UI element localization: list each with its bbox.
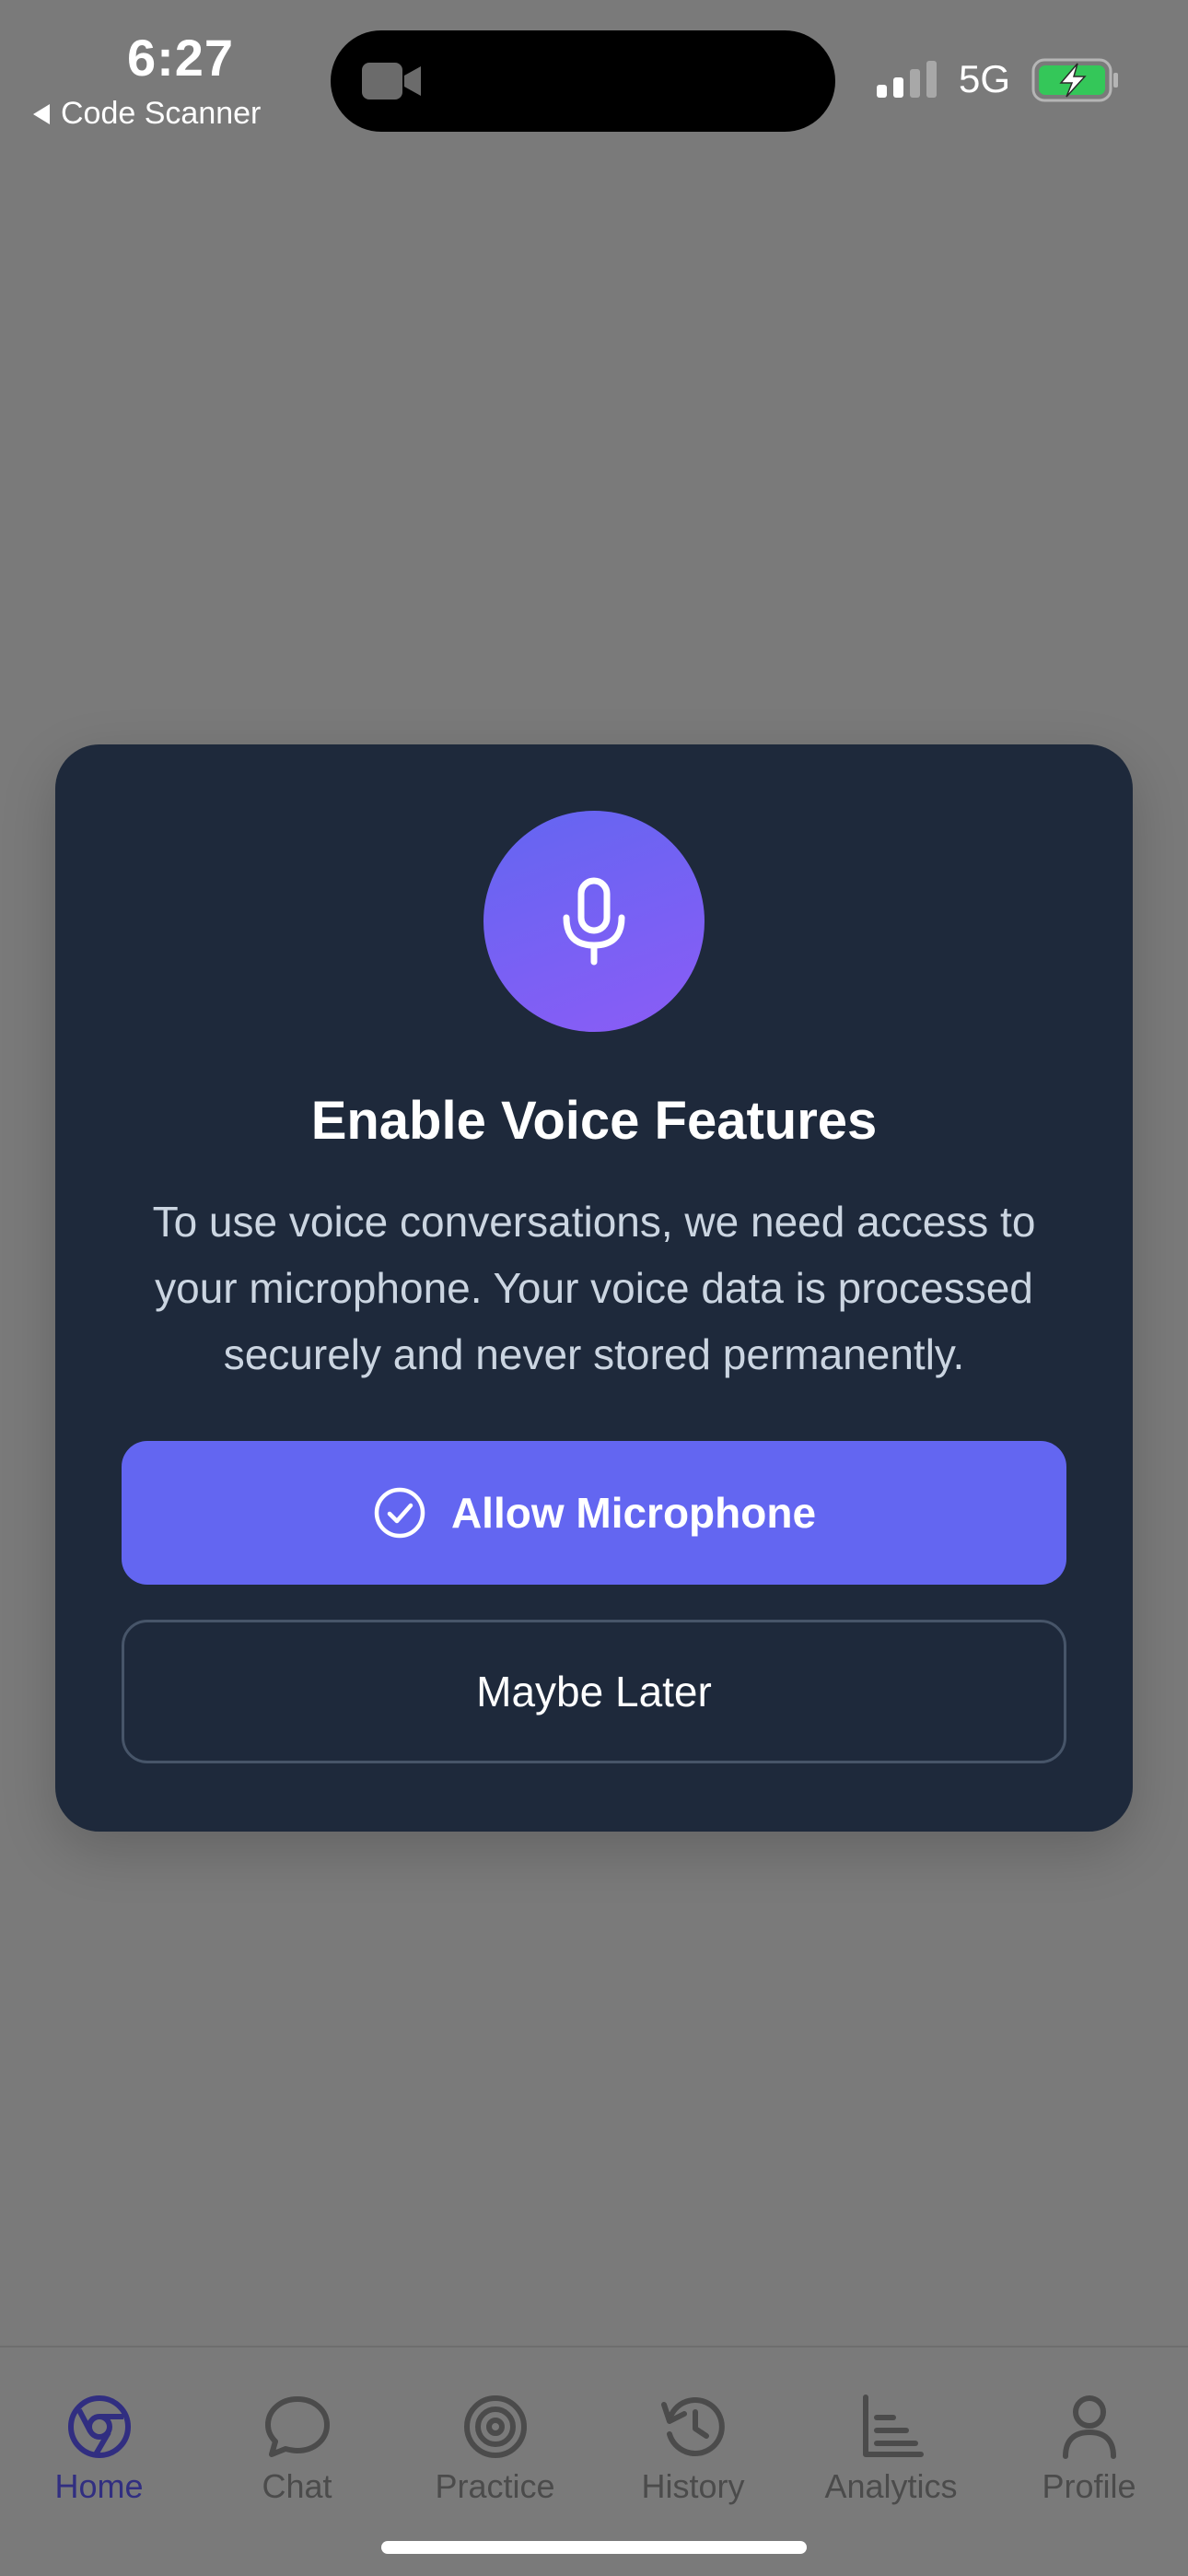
allow-microphone-button[interactable]: Allow Microphone [122,1441,1066,1585]
tab-practice-label: Practice [435,2467,555,2505]
tab-analytics-label: Analytics [824,2467,958,2505]
cellular-signal-icon [877,59,937,98]
tab-home-label: Home [54,2467,144,2505]
maybe-later-label: Maybe Later [476,1668,712,1715]
back-triangle-icon [33,103,50,124]
history-icon [660,2397,725,2456]
back-to-app-link[interactable]: Code Scanner [33,96,261,132]
battery-charging-icon [1031,58,1118,102]
tab-home[interactable]: Home [0,2392,198,2506]
modal-description: To use voice conversations, we need acce… [152,1198,1036,1378]
app-screen: 6:27 Code Scanner 5G Enable Voice Featur… [0,0,1188,2576]
tab-history-label: History [641,2467,745,2505]
back-app-label: Code Scanner [61,96,262,131]
allow-microphone-label: Allow Microphone [450,1489,817,1537]
tab-chat-label: Chat [262,2467,332,2505]
tab-profile-label: Profile [1042,2467,1136,2505]
chat-bubble-icon [264,2396,330,2457]
microphone-badge [483,811,705,1032]
video-camera-icon [362,63,421,100]
tab-history[interactable]: History [594,2392,792,2506]
status-time: 6:27 [126,29,235,87]
tab-analytics[interactable]: Analytics [792,2392,990,2506]
network-type: 5G [959,57,1011,100]
dynamic-island [331,30,835,132]
bar-chart-icon [862,2395,924,2457]
modal-title: Enable Voice Features [310,1091,878,1151]
home-icon [67,2395,131,2458]
person-icon [1062,2395,1116,2459]
check-circle-icon [374,1487,425,1539]
tab-chat[interactable]: Chat [198,2392,396,2506]
microphone-icon [563,877,625,966]
home-indicator[interactable] [381,2541,807,2554]
maybe-later-button[interactable]: Maybe Later [122,1620,1066,1763]
voice-permission-modal: Enable Voice Features To use voice conve… [55,744,1133,1832]
target-icon [463,2395,527,2458]
tab-practice[interactable]: Practice [396,2392,594,2506]
tab-profile[interactable]: Profile [990,2392,1188,2506]
